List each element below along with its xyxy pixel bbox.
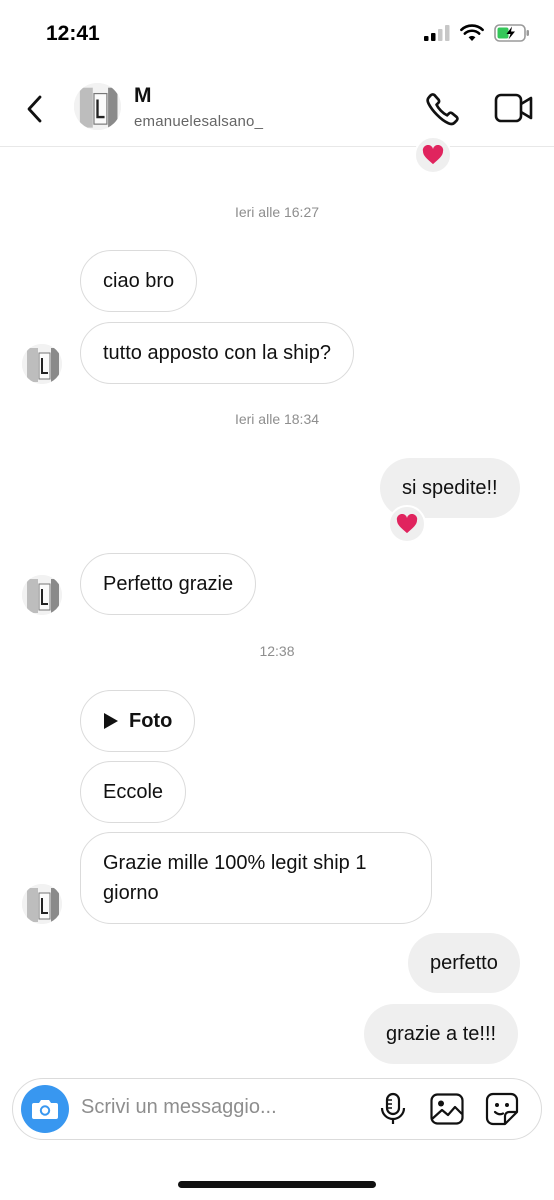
image-icon[interactable] xyxy=(429,1091,465,1127)
message-outgoing[interactable]: perfetto xyxy=(408,933,520,993)
message-incoming[interactable]: tutto apposto con la ship? xyxy=(80,322,354,384)
contact-name[interactable]: M xyxy=(134,84,152,108)
sticker-icon[interactable] xyxy=(484,1091,520,1127)
status-icons xyxy=(424,24,530,42)
photo-message-label: Foto xyxy=(129,710,173,732)
heart-icon xyxy=(396,514,418,534)
timestamp: Ieri alle 16:27 xyxy=(234,204,320,220)
camera-button[interactable] xyxy=(21,1085,69,1133)
camera-icon xyxy=(32,1100,58,1119)
message-outgoing[interactable]: grazie a te!!! xyxy=(364,1004,519,1064)
wifi-icon xyxy=(460,24,484,41)
chevron-left-icon[interactable] xyxy=(22,90,48,128)
message-composer: Scrivi un messaggio... xyxy=(12,1078,542,1140)
home-indicator[interactable] xyxy=(178,1181,376,1188)
message-incoming[interactable]: Perfetto grazie xyxy=(80,553,257,615)
message-input[interactable]: Scrivi un messaggio... xyxy=(81,1096,277,1119)
heart-icon xyxy=(422,145,444,165)
conversation-header: M emanuelesalsano_ xyxy=(0,72,554,147)
microphone-icon[interactable] xyxy=(375,1091,411,1127)
avatar[interactable] xyxy=(74,83,121,130)
timestamp: Ieri alle 18:34 xyxy=(234,411,320,427)
message-incoming[interactable]: ciao bro xyxy=(80,250,198,312)
video-camera-icon[interactable] xyxy=(494,90,534,126)
battery-charging-icon xyxy=(494,24,529,42)
reaction-heart[interactable] xyxy=(388,505,426,543)
reaction-heart[interactable] xyxy=(414,136,452,174)
avatar[interactable] xyxy=(22,884,62,924)
message-incoming[interactable]: Grazie mille 100% legit ship 1 giorno xyxy=(80,832,432,924)
contact-username[interactable]: emanuelesalsano_ xyxy=(134,113,263,130)
play-icon xyxy=(104,713,118,729)
photo-message-button[interactable]: Foto xyxy=(80,690,196,752)
timestamp: 12:38 xyxy=(259,643,295,659)
status-time: 12:41 xyxy=(46,22,100,45)
phone-icon[interactable] xyxy=(424,90,462,128)
avatar[interactable] xyxy=(22,344,62,384)
cellular-signal-icon xyxy=(424,25,450,41)
message-incoming[interactable]: Eccole xyxy=(80,761,187,823)
avatar[interactable] xyxy=(22,575,62,615)
